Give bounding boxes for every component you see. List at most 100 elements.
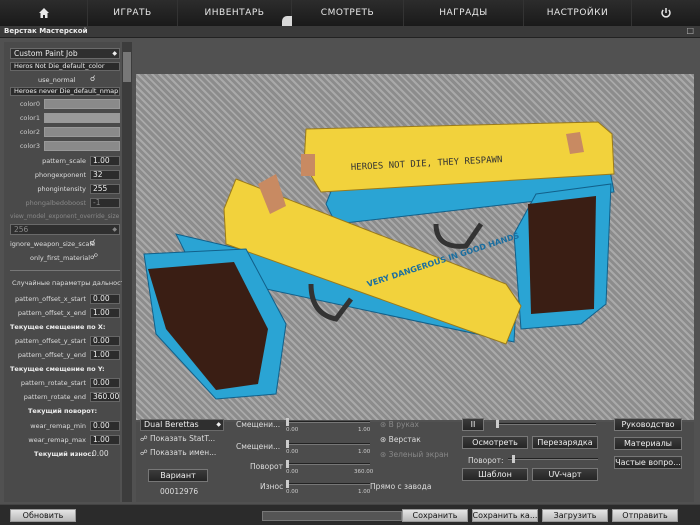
wear-remap-max-input[interactable]: 1.00	[90, 435, 120, 445]
color0-swatch[interactable]	[44, 99, 120, 109]
parameters-panel: Custom Paint Job ◆ Heros Not Die_default_…	[4, 42, 131, 502]
save-button[interactable]: Сохранить	[402, 509, 468, 522]
nav-watch-button[interactable]: СМОТРЕТЬ	[292, 0, 404, 26]
offset-x-end-label: pattern_offset_x_end	[17, 309, 86, 317]
weapon-preview-viewport[interactable]: HEROES NOT DIE, THEY RESPAWN VERY DANGER…	[136, 74, 694, 420]
top-nav: ИГРАТЬ ИНВЕНТАРЬ СМОТРЕТЬ НАГРАДЫ НАСТРО…	[0, 0, 700, 28]
offset-y-min: 0.00	[286, 449, 299, 455]
offset-y-end-input[interactable]: 1.00	[90, 350, 120, 360]
current-offset-x-label: Текущее смещение по X:	[10, 323, 106, 331]
offset-x-end-input[interactable]: 1.00	[90, 308, 120, 318]
phongalbedoboost-input[interactable]: -1	[90, 198, 120, 208]
rotate-start-label: pattern_rotate_start	[20, 379, 86, 387]
color1-label: color1	[19, 114, 40, 122]
dropdown-arrow-icon: ◆	[112, 226, 117, 233]
color3-label: color3	[19, 142, 40, 150]
nav-home-button[interactable]	[0, 0, 88, 26]
phongexponent-label: phongexponent	[34, 171, 86, 179]
current-wear-label: Текущий износ:	[34, 450, 94, 458]
faq-button[interactable]: Частые вопро...	[614, 456, 682, 469]
refresh-button[interactable]: Обновить	[10, 509, 76, 522]
wear-max: 1.00	[358, 489, 371, 495]
ignore-weapon-size-checkbox[interactable]: ☌	[90, 238, 95, 247]
color-texture-input[interactable]: Heros Not Die_default_color	[10, 62, 120, 71]
uv-chart-button[interactable]: UV-чарт	[532, 468, 598, 481]
current-wear-value: 0.00	[92, 449, 109, 458]
nav-play-button[interactable]: ИГРАТЬ	[88, 0, 178, 26]
dropdown-arrow-icon: ◆	[216, 421, 221, 428]
offset-x-start-label: pattern_offset_x_start	[14, 295, 86, 303]
pause-button[interactable]: II	[462, 418, 484, 431]
weapon-select-value: Dual Berettas	[144, 420, 199, 429]
nav-settings-button[interactable]: НАСТРОЙКИ	[524, 0, 632, 26]
view-model-exponent-value: 256	[14, 225, 29, 234]
template-button[interactable]: Шаблон	[462, 468, 528, 481]
offset-x-start-input[interactable]: 0.00	[90, 294, 120, 304]
home-icon	[38, 8, 49, 18]
wear-remap-min-input[interactable]: 0.00	[90, 421, 120, 431]
submit-button[interactable]: Отправить	[612, 509, 678, 522]
rotation-control-label: Поворот:	[468, 456, 504, 465]
scrollbar-thumb[interactable]	[123, 52, 131, 82]
load-button[interactable]: Загрузить	[542, 509, 608, 522]
only-first-material-label: only_first_material	[30, 254, 91, 262]
wear-remap-max-label: wear_remap_max	[28, 436, 86, 444]
only-first-material-checkbox[interactable]: ☍	[90, 252, 98, 261]
window-close-button[interactable]: □	[686, 26, 694, 35]
use-normal-checkbox[interactable]: ☌	[90, 74, 95, 83]
status-bar: Обновить Сохранить Сохранить ка... Загру…	[0, 504, 700, 525]
wear-remap-min-label: wear_remap_min	[30, 422, 86, 430]
phongintensity-input[interactable]: 255	[90, 184, 120, 194]
window-title: Верстак Мастерской	[4, 27, 88, 35]
rotate-start-input[interactable]: 0.00	[90, 378, 120, 388]
offset-y-end-label: pattern_offset_y_end	[17, 351, 86, 359]
wear-slider[interactable]	[286, 480, 370, 488]
parameters-scrollbar[interactable]	[122, 42, 132, 502]
view-in-hands-radio[interactable]: ⊛ В руках	[380, 420, 419, 429]
rotation-slider-label: Поворот	[250, 462, 283, 471]
offset-y-slider-label: Смещени...	[236, 442, 281, 451]
nav-rewards-button[interactable]: НАГРАДЫ	[404, 0, 524, 26]
playback-slider[interactable]	[496, 420, 596, 428]
rotation-control-slider[interactable]	[508, 455, 598, 463]
rotation-min: 0.00	[286, 469, 299, 475]
pattern-scale-input[interactable]: 1.00	[90, 156, 120, 166]
color3-swatch[interactable]	[44, 141, 120, 151]
inspect-button[interactable]: Осмотреть	[462, 436, 528, 449]
rotate-end-label: pattern_rotate_end	[23, 393, 86, 401]
color2-swatch[interactable]	[44, 127, 120, 137]
color0-label: color0	[19, 100, 40, 108]
nav-inventory-button[interactable]: ИНВЕНТАРЬ	[178, 0, 292, 26]
normal-texture-input[interactable]: Heroes never Die_default_nmap	[10, 87, 120, 96]
view-model-exponent-select[interactable]: 256 ◆	[10, 224, 120, 235]
offset-x-min: 0.00	[286, 427, 299, 433]
rotate-end-input[interactable]: 360.00	[90, 392, 120, 402]
weapon-select[interactable]: Dual Berettas ◆	[140, 419, 224, 431]
paint-type-value: Custom Paint Job	[14, 49, 78, 58]
offset-y-start-input[interactable]: 0.00	[90, 336, 120, 346]
color2-label: color2	[19, 128, 40, 136]
show-name-toggle[interactable]: ☍ Показать имен...	[140, 448, 216, 457]
view-model-exponent-label: view_model_exponent_override_size	[10, 213, 120, 220]
view-workbench-radio[interactable]: ⊛ Верстак	[380, 435, 421, 444]
rotation-slider[interactable]	[286, 460, 370, 468]
offset-y-slider[interactable]	[286, 440, 370, 448]
offset-y-start-label: pattern_offset_y_start	[14, 337, 86, 345]
show-stattrak-toggle[interactable]: ☍ Показать StatT...	[140, 434, 215, 443]
guide-button[interactable]: Руководство	[614, 418, 682, 431]
phongexponent-input[interactable]: 32	[90, 170, 120, 180]
reload-button[interactable]: Перезарядка	[532, 436, 598, 449]
random-params-header: Случайные параметры дальности:	[12, 279, 131, 287]
save-as-button[interactable]: Сохранить ка...	[472, 509, 538, 522]
wear-min: 0.00	[286, 489, 299, 495]
color1-swatch[interactable]	[44, 113, 120, 123]
variant-seed-value: 00012976	[160, 487, 199, 496]
weapon-preview-render: HEROES NOT DIE, THEY RESPAWN VERY DANGER…	[143, 121, 615, 400]
green-screen-label: Зеленый экран	[388, 450, 449, 459]
paint-type-select[interactable]: Custom Paint Job ◆	[10, 48, 120, 59]
offset-x-slider[interactable]	[286, 418, 370, 426]
materials-button[interactable]: Материалы	[614, 437, 682, 450]
view-green-screen-radio[interactable]: ⊛ Зеленый экран	[380, 450, 449, 459]
nav-power-button[interactable]	[632, 0, 700, 26]
variant-button[interactable]: Вариант	[148, 469, 208, 482]
